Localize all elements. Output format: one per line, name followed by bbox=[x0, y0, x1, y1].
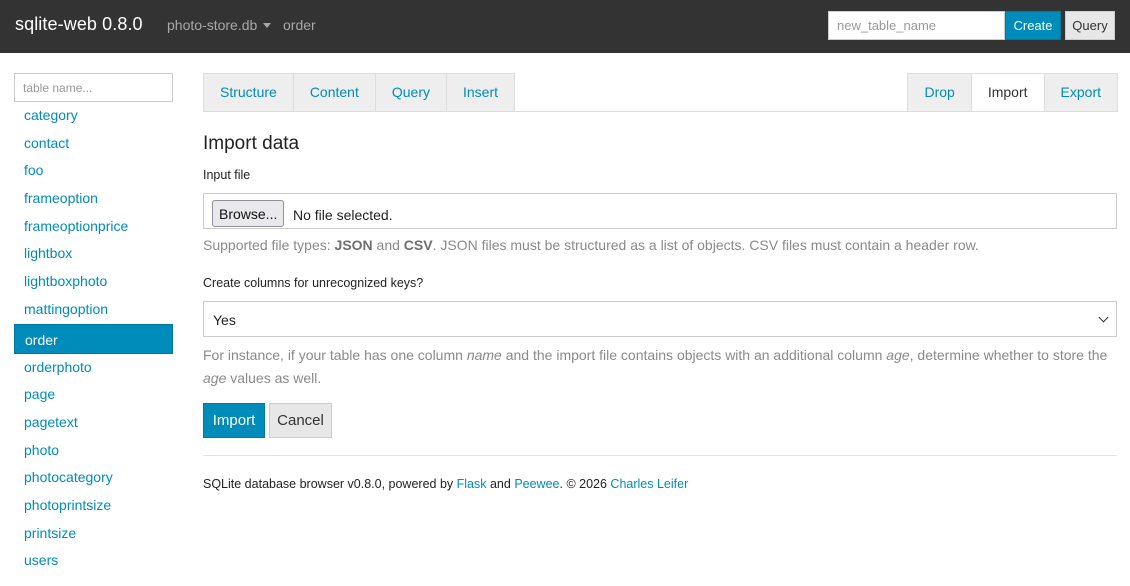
create-columns-help: For instance, if your table has one colu… bbox=[203, 344, 1117, 390]
create-columns-select[interactable]: Yes bbox=[203, 301, 1117, 337]
help-emphasis: name bbox=[466, 347, 502, 363]
sidebar-item-contact[interactable]: contact bbox=[14, 130, 173, 158]
top-navbar: sqlite-web 0.8.0 photo-store.db order Cr… bbox=[0, 0, 1130, 53]
tab-divider bbox=[203, 111, 1117, 112]
help-text: and bbox=[372, 237, 404, 253]
table-list: category contact foo frameoption frameoption… bbox=[14, 102, 173, 575]
sidebar-item-lightboxphoto[interactable]: lightboxphoto bbox=[14, 268, 173, 296]
tab-structure[interactable]: Structure bbox=[203, 73, 294, 112]
flask-link[interactable]: Flask bbox=[457, 477, 487, 491]
page-title: Import data bbox=[203, 133, 300, 154]
query-button[interactable]: Query bbox=[1065, 11, 1115, 40]
cancel-button[interactable]: Cancel bbox=[269, 403, 332, 438]
footer-text: and bbox=[486, 477, 515, 491]
tab-import[interactable]: Import bbox=[970, 73, 1045, 112]
tab-content[interactable]: Content bbox=[292, 73, 376, 112]
sidebar-item-foo[interactable]: foo bbox=[14, 157, 173, 185]
footer-divider bbox=[203, 455, 1117, 456]
footer: SQLite database browser v0.8.0, powered … bbox=[203, 477, 688, 491]
sidebar-item-lightbox[interactable]: lightbox bbox=[14, 240, 173, 268]
chevron-down-icon bbox=[1098, 312, 1109, 323]
select-value: Yes bbox=[213, 312, 236, 328]
sidebar-item-mattingoption[interactable]: mattingoption bbox=[14, 296, 173, 324]
input-file-label: Input file bbox=[203, 168, 251, 182]
author-link[interactable]: Charles Leifer bbox=[610, 477, 688, 491]
help-text: , determine whether to store the bbox=[909, 347, 1108, 363]
footer-text: SQLite database browser v0.8.0, powered … bbox=[203, 477, 457, 491]
tab-drop[interactable]: Drop bbox=[907, 73, 972, 112]
help-emphasis: age bbox=[203, 370, 227, 386]
create-table-button[interactable]: Create bbox=[1005, 11, 1061, 40]
sidebar-item-frameoptionprice[interactable]: frameoptionprice bbox=[14, 213, 173, 241]
sidebar-item-users[interactable]: users bbox=[14, 547, 173, 575]
sidebar-item-photocategory[interactable]: photocategory bbox=[14, 464, 173, 492]
sidebar-item-photo[interactable]: photo bbox=[14, 437, 173, 465]
help-text: Supported file types: bbox=[203, 237, 335, 253]
sidebar-item-frameoption[interactable]: frameoption bbox=[14, 185, 173, 213]
help-csv: CSV bbox=[403, 237, 433, 253]
help-json: JSON bbox=[334, 237, 373, 253]
sidebar-item-page[interactable]: page bbox=[14, 381, 173, 409]
file-input[interactable]: Browse... No file selected. bbox=[203, 193, 1117, 229]
tab-insert[interactable]: Insert bbox=[445, 73, 515, 112]
help-text: values as well. bbox=[226, 370, 322, 386]
help-text: For instance, if your table has one colu… bbox=[203, 347, 467, 363]
sidebar-item-category[interactable]: category bbox=[14, 102, 173, 130]
database-name: photo-store.db bbox=[167, 17, 258, 33]
help-text: . JSON files must be structured as a lis… bbox=[432, 237, 979, 253]
file-types-help: Supported file types: JSON and CSV. JSON… bbox=[203, 237, 979, 253]
footer-text: . © 2026 bbox=[559, 477, 611, 491]
sidebar-item-pagetext[interactable]: pagetext bbox=[14, 409, 173, 437]
database-dropdown[interactable]: photo-store.db bbox=[167, 17, 272, 33]
sidebar-item-orderphoto[interactable]: orderphoto bbox=[14, 354, 173, 382]
table-tabs-left: Structure Content Query Insert bbox=[203, 73, 515, 112]
peewee-link[interactable]: Peewee bbox=[514, 477, 559, 491]
sidebar-item-photoprintsize[interactable]: photoprintsize bbox=[14, 492, 173, 520]
app-brand[interactable]: sqlite-web 0.8.0 bbox=[15, 14, 143, 35]
browse-button[interactable]: Browse... bbox=[212, 200, 285, 227]
sidebar-item-printsize[interactable]: printsize bbox=[14, 520, 173, 548]
tab-query[interactable]: Query bbox=[374, 73, 447, 112]
table-tabs-right: Drop Import Export bbox=[907, 73, 1118, 112]
create-columns-label: Create columns for unrecognized keys? bbox=[203, 276, 424, 290]
tab-export[interactable]: Export bbox=[1043, 73, 1118, 112]
help-emphasis: age bbox=[886, 347, 910, 363]
help-text: and the import file contains objects wit… bbox=[501, 347, 887, 363]
current-table-link[interactable]: order bbox=[283, 17, 316, 33]
file-status-text: No file selected. bbox=[293, 207, 393, 223]
table-filter-input[interactable] bbox=[14, 73, 173, 102]
import-button[interactable]: Import bbox=[203, 403, 265, 438]
caret-down-icon bbox=[263, 22, 272, 28]
sidebar-item-order[interactable]: order bbox=[14, 323, 173, 354]
new-table-name-input[interactable] bbox=[828, 11, 1005, 40]
